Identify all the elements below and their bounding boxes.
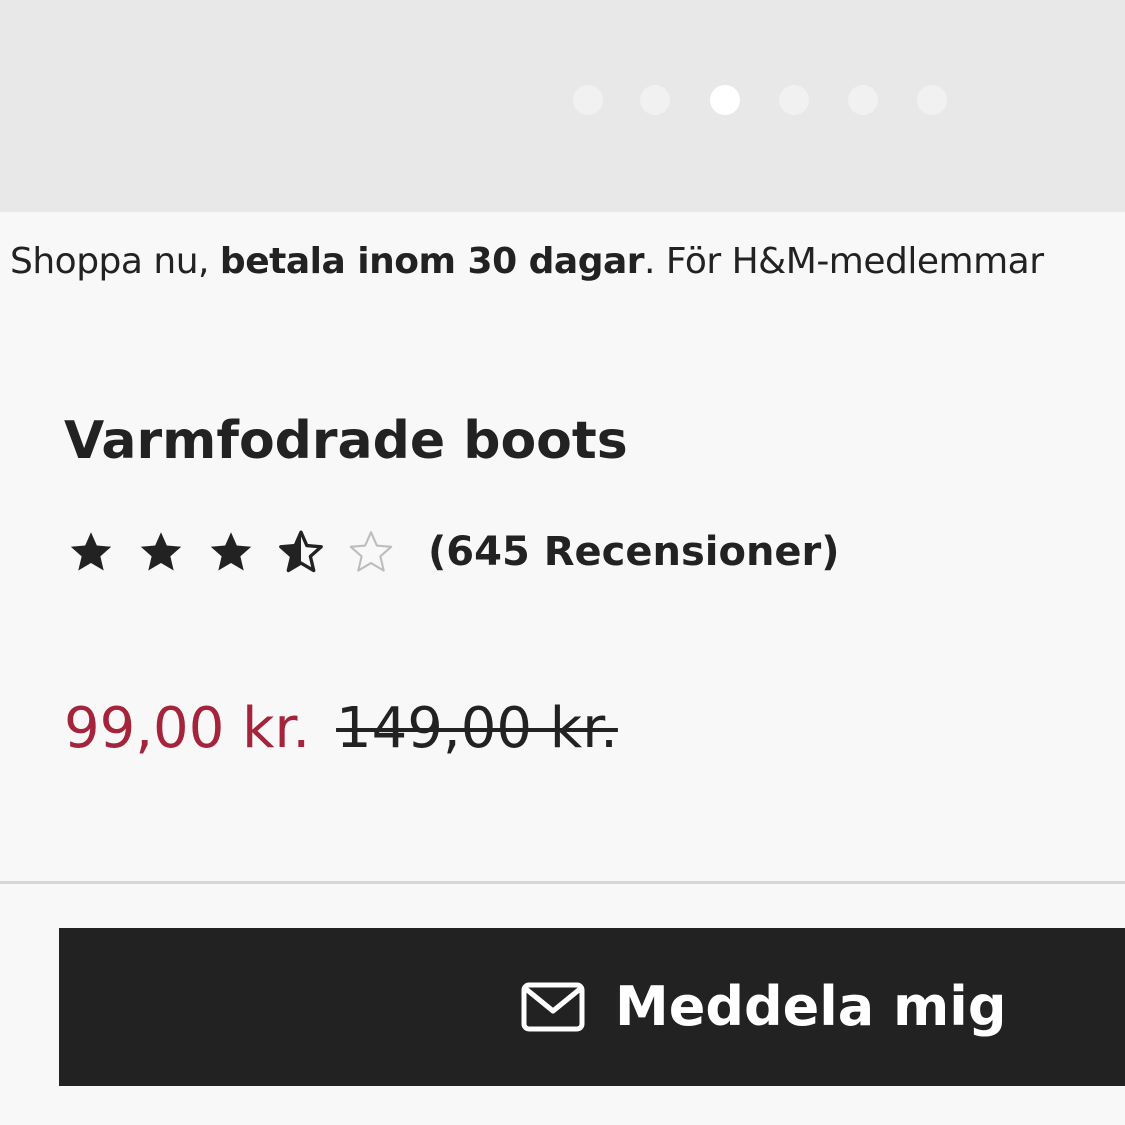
sale-price: 99,00 kr. — [64, 696, 311, 761]
divider — [0, 881, 1125, 884]
product-rating: (645 Recensioner) — [66, 520, 840, 584]
price-block: 99,00 kr. 149,00 kr. — [64, 694, 618, 764]
promo-highlight: betala inom 30 dagar — [219, 241, 645, 282]
original-price: 149,00 kr. — [336, 696, 618, 761]
product-title: Varmfodrade boots — [64, 411, 628, 471]
star-filled-icon — [210, 532, 252, 571]
product-image-gallery[interactable] — [0, 0, 1125, 212]
star-half-icon — [279, 530, 323, 573]
star-filled-icon — [70, 532, 112, 571]
notify-me-button[interactable]: Meddela mig — [59, 928, 1125, 1086]
promo-prefix: Shoppa nu, — [10, 241, 220, 282]
gallery-dot-2[interactable] — [640, 85, 670, 115]
star-empty-icon — [349, 531, 393, 572]
gallery-dot-6[interactable] — [917, 85, 947, 115]
notify-me-label: Meddela mig — [615, 975, 1007, 1038]
payment-promo-banner: Shoppa nu, betala inom 30 dagar. För H&M… — [10, 236, 1125, 288]
star-filled-icon — [140, 532, 182, 571]
gallery-dot-5[interactable] — [848, 85, 878, 115]
gallery-dot-4[interactable] — [779, 85, 809, 115]
gallery-dot-1[interactable] — [573, 85, 603, 115]
gallery-dot-3[interactable] — [710, 85, 740, 115]
promo-suffix: . För H&M-medlemmar — [644, 241, 1044, 282]
reviews-count-link[interactable]: (645 Recensioner) — [428, 529, 840, 575]
envelope-icon — [521, 982, 585, 1032]
rating-stars — [66, 527, 416, 577]
